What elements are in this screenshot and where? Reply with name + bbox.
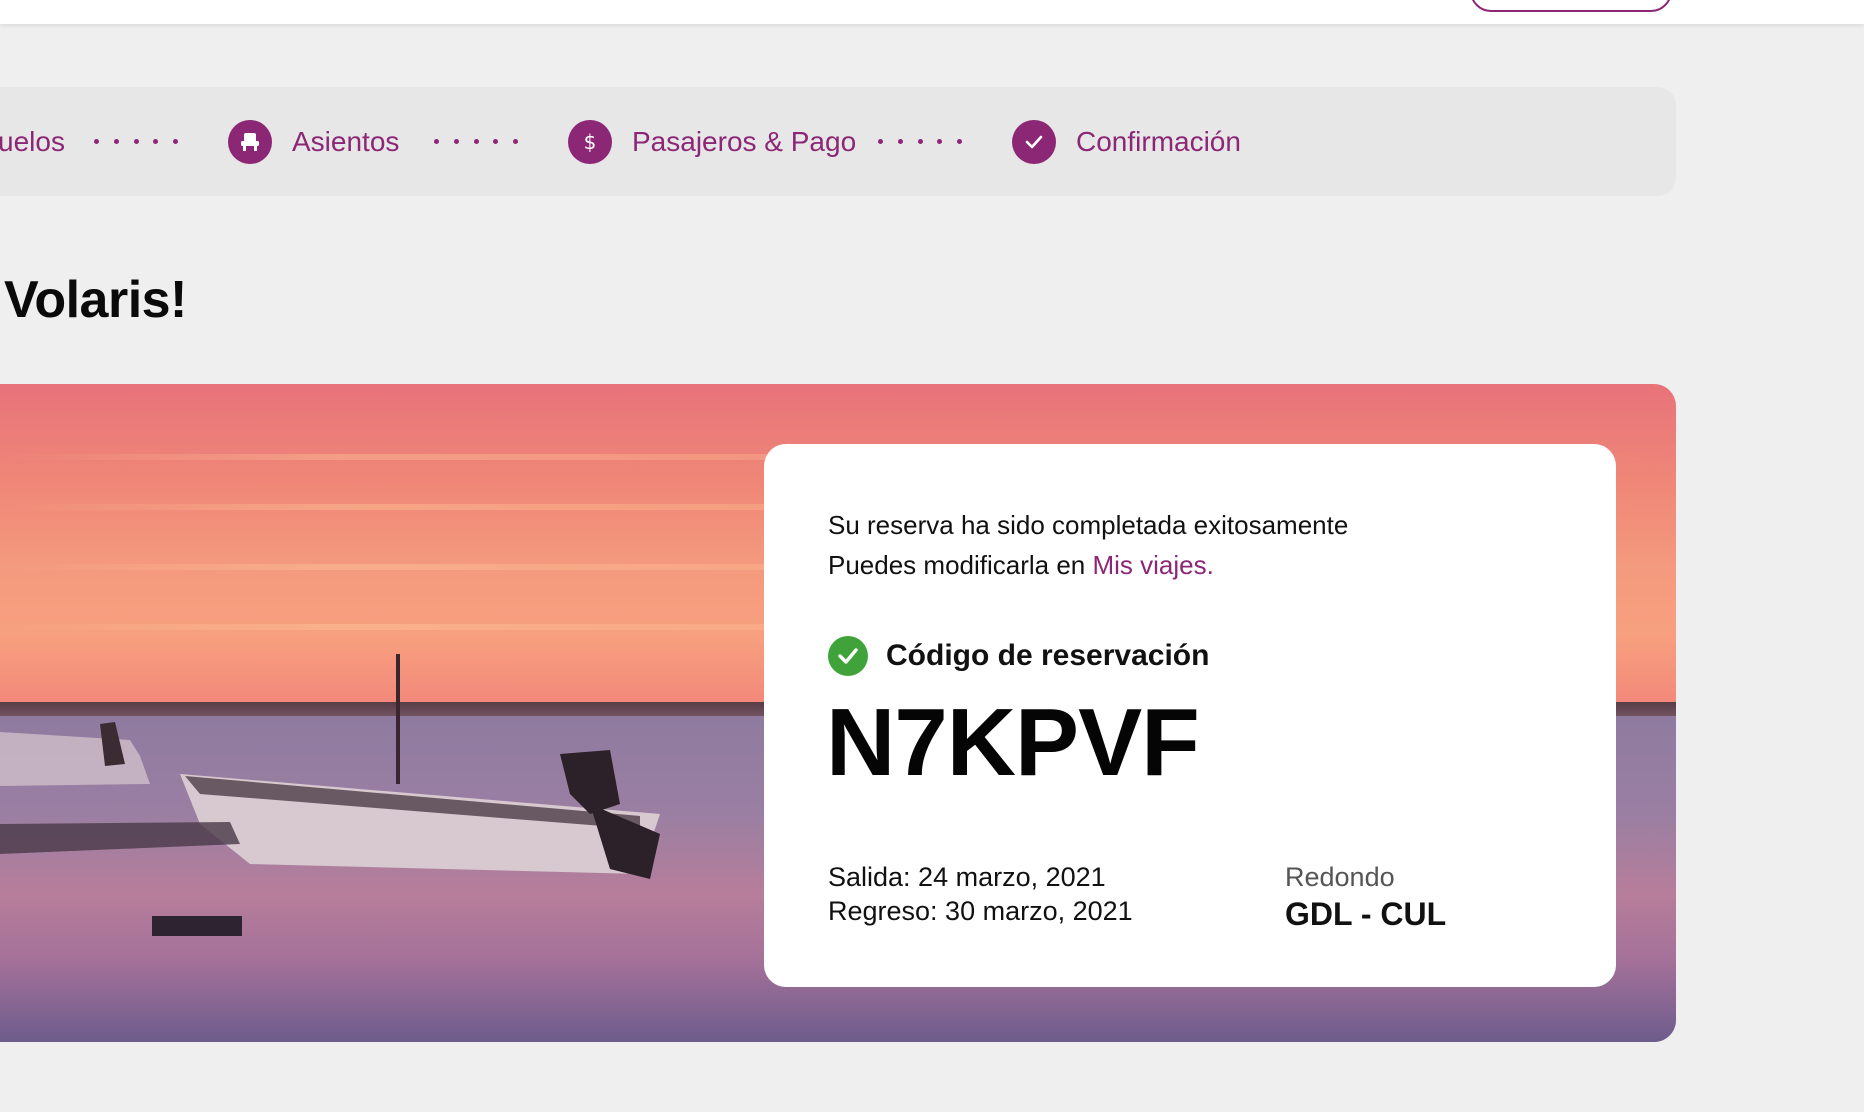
- step-pasajeros-pago[interactable]: $ Pasajeros & Pago: [568, 87, 856, 196]
- reservation-code-label: Código de reservación: [886, 639, 1210, 672]
- modify-message-prefix: Puedes modificarla en: [828, 550, 1093, 580]
- svg-text:$: $: [584, 130, 597, 154]
- page-title: Volaris!: [4, 271, 187, 329]
- success-message: Su reserva ha sido completada exitosamen…: [828, 510, 1349, 540]
- reservation-code: N7KPVF: [826, 689, 1200, 796]
- step-pasajeros-pago-label: Pasajeros & Pago: [632, 125, 857, 157]
- step-confirmacion-label: Confirmación: [1076, 125, 1241, 157]
- step-separator-dots: [878, 139, 962, 145]
- step-confirmacion[interactable]: Confirmación: [1012, 87, 1241, 196]
- reservation-code-header: Código de reservación: [828, 636, 1209, 676]
- return-date: Regreso: 30 marzo, 2021: [828, 896, 1133, 926]
- step-separator-dots: [94, 139, 178, 145]
- mis-viajes-link[interactable]: Mis viajes.: [1092, 550, 1213, 580]
- trip-type: Redondo: [1285, 862, 1395, 892]
- step-separator-dots: [434, 139, 518, 145]
- step-vuelos[interactable]: uelos: [0, 87, 65, 196]
- step-asientos-label: Asientos: [292, 125, 400, 157]
- step-asientos[interactable]: Asientos: [228, 87, 399, 196]
- reservation-confirmation-card: Su reserva ha sido completada exitosamen…: [764, 444, 1616, 987]
- dollar-icon: $: [568, 119, 612, 164]
- check-circle-icon: [828, 636, 868, 676]
- flight-route: GDL - CUL: [1285, 896, 1447, 932]
- step-vuelos-label: uelos: [0, 125, 65, 157]
- boats-silhouette: [0, 722, 660, 936]
- top-navigation-bar: [0, 0, 1864, 24]
- booking-progress-stepper: uelos Asientos $ Pasajeros & Pago Confir…: [0, 87, 1676, 196]
- modify-message: Puedes modificarla en Mis viajes.: [828, 550, 1214, 581]
- departure-date: Salida: 24 marzo, 2021: [828, 862, 1106, 892]
- seat-icon: [228, 119, 272, 164]
- account-button[interactable]: [1470, 0, 1672, 12]
- check-icon: [1012, 119, 1056, 164]
